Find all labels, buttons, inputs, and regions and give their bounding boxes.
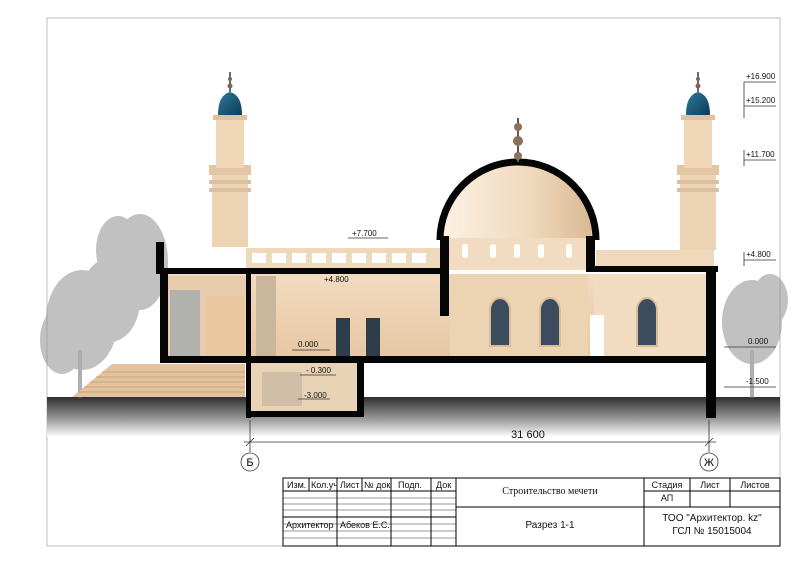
elev-interior: +4.800: [324, 275, 349, 284]
elev-ground: 0.000: [298, 340, 319, 349]
elev-11700: +11.700: [746, 150, 775, 159]
axis-zh-label: Ж: [704, 457, 714, 469]
tb-header-kol: Кол.уч: [311, 480, 338, 490]
axis-zh: Ж: [699, 452, 719, 472]
tb-header-doc-no: № док: [364, 480, 391, 490]
tb-sheet-label: Лист: [700, 480, 720, 490]
minaret-left: [209, 72, 251, 247]
elev-15200: +15.200: [746, 96, 776, 105]
tb-header-list: Лист: [340, 480, 360, 490]
tb-header-izm: Изм.: [287, 480, 307, 490]
roof-parapet-right: [596, 250, 714, 268]
tb-sheets-label: Листов: [740, 480, 770, 490]
tb-stage-value: АП: [660, 493, 674, 503]
tb-company-2: ГСЛ № 15015004: [672, 526, 752, 537]
dome-finial: [513, 118, 523, 162]
elev-roof: +7.700: [352, 229, 377, 238]
tb-sheet-title: Разрез 1-1: [525, 520, 575, 531]
tb-name: Абеков Е.С.: [340, 520, 390, 530]
axis-b: Б: [240, 452, 260, 472]
tb-company-1: ТОО "Архитектор. kz": [662, 513, 762, 524]
axis-b-label: Б: [246, 457, 253, 469]
minaret-right: [677, 72, 719, 250]
left-opening: [170, 290, 200, 356]
elev-basement-floor: - 0.300: [306, 366, 331, 375]
tb-project: Строительство мечети: [502, 486, 598, 497]
tb-role: Архитектор: [286, 520, 334, 530]
elev-16900: +16.900: [746, 72, 776, 81]
side-door: [590, 315, 604, 357]
elev-0-right: 0.000: [748, 337, 769, 346]
tb-header-sign: Подп.: [398, 480, 422, 490]
ground: [47, 397, 780, 437]
parapet-openings: [252, 253, 426, 263]
tb-stage-label: Стадия: [651, 480, 683, 490]
elev-minus1500: -1.500: [746, 377, 769, 386]
dome: [444, 164, 592, 238]
tb-header-doc: Док: [436, 480, 452, 490]
elev-4800-right: +4.800: [746, 250, 771, 259]
overall-dimension: 31 600: [511, 429, 545, 441]
elev-basement-bottom: -3.000: [304, 391, 327, 400]
